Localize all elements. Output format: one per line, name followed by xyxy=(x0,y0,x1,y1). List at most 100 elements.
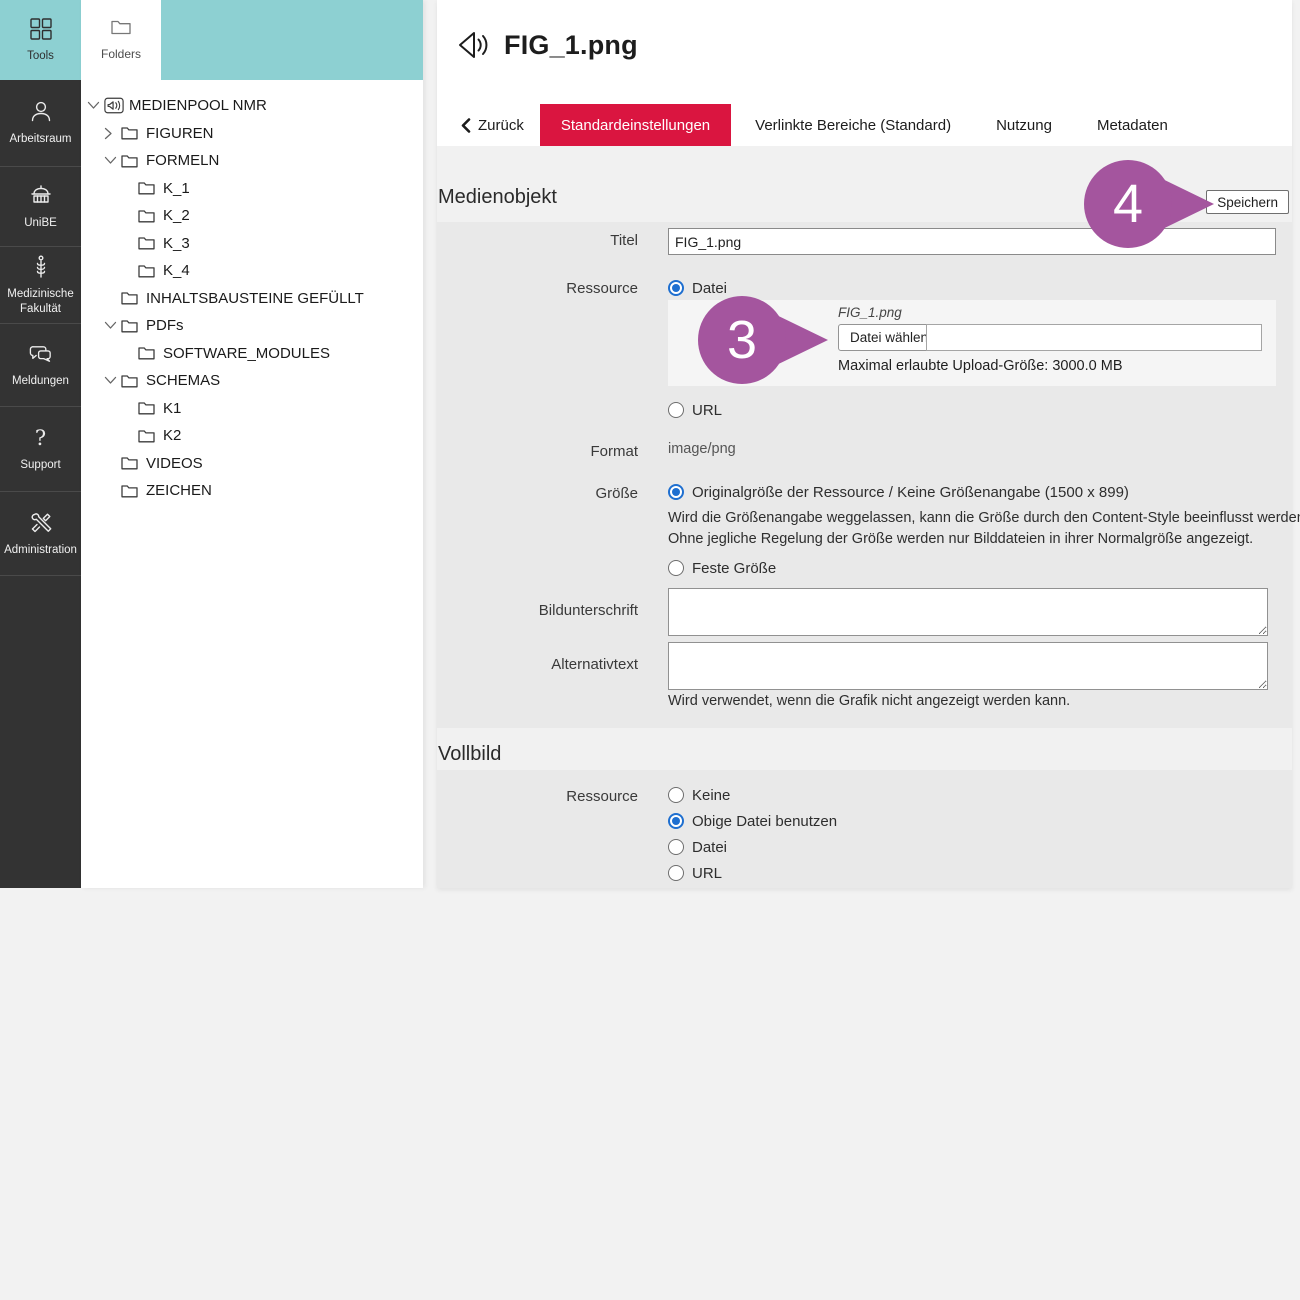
sidebar-filler xyxy=(0,576,81,888)
radio-option-label: URL xyxy=(692,865,722,882)
tree-item-label: K2 xyxy=(163,427,181,444)
sidebar-item-label: Arbeitsraum xyxy=(7,132,75,146)
tree-item-videos[interactable]: VIDEOS xyxy=(81,450,423,478)
tab-bar: Zurück Standardeinstellungen Verlinkte B… xyxy=(437,104,1292,146)
folder-icon xyxy=(138,264,158,278)
sidebar-item-label: Meldungen xyxy=(9,374,72,388)
tree-item-label: K_1 xyxy=(163,180,190,197)
format-value: image/png xyxy=(668,441,736,457)
media-object-icon xyxy=(454,28,494,67)
tree-item-k-2[interactable]: K_2 xyxy=(81,202,423,230)
groesse-hint-line1: Wird die Größenangabe weggelassen, kann … xyxy=(668,510,1300,526)
chevron-right-icon[interactable] xyxy=(104,126,121,140)
tree-item-k-1[interactable]: K_1 xyxy=(81,175,423,203)
folder-icon xyxy=(121,456,141,470)
radio-button[interactable] xyxy=(668,865,684,881)
folder-icon xyxy=(138,429,158,443)
sidebar-item-medizinische-fakultaet[interactable]: Medizinische Fakultät xyxy=(0,247,81,324)
radio-originalgroesse[interactable]: Originalgröße der Ressource / Keine Größ… xyxy=(668,483,1129,501)
alternativtext-hint: Wird verwendet, wenn die Grafik nicht an… xyxy=(668,693,1070,709)
bildunterschrift-textarea[interactable] xyxy=(668,588,1268,636)
title-bar: FIG_1.png xyxy=(437,0,1292,104)
tree-item-pdfs[interactable]: PDFs xyxy=(81,312,423,340)
radio-vollbild-datei[interactable]: Datei xyxy=(668,838,727,856)
tree-item-label: K1 xyxy=(163,400,181,417)
ressource-label: Ressource xyxy=(437,280,638,297)
radio-feste-groesse[interactable]: Feste Größe xyxy=(668,559,776,577)
radio-option-label: Obige Datei benutzen xyxy=(692,813,837,830)
tree-item-k-3[interactable]: K_3 xyxy=(81,230,423,258)
tree-item-k-4[interactable]: K_4 xyxy=(81,257,423,285)
expander-spacer xyxy=(104,484,121,498)
radio-button[interactable] xyxy=(668,560,684,576)
media-pool-icon xyxy=(104,96,124,115)
sidebar-item-administration[interactable]: Administration xyxy=(0,492,81,576)
tree-item-schemas[interactable]: SCHEMAS xyxy=(81,367,423,395)
radio-url[interactable]: URL xyxy=(668,401,722,419)
tree-item-software-modules[interactable]: SOFTWARE_MODULES xyxy=(81,340,423,368)
file-upload-input[interactable] xyxy=(926,324,1262,351)
tree-item-k2[interactable]: K2 xyxy=(81,422,423,450)
radio-vollbild-obige-datei-benutzen[interactable]: Obige Datei benutzen xyxy=(668,812,837,830)
radio-button-selected[interactable] xyxy=(668,484,684,500)
folder-icon xyxy=(138,401,158,415)
tree-item-figuren[interactable]: FIGUREN xyxy=(81,120,423,148)
chevron-down-icon[interactable] xyxy=(104,319,121,333)
tree-item-medienpool-nmr[interactable]: MEDIENPOOL NMR xyxy=(81,92,423,120)
caduceus-icon xyxy=(28,254,54,280)
sidebar-item-unibe[interactable]: UniBE xyxy=(0,167,81,247)
sidebar-item-label: Support xyxy=(17,458,63,472)
tree-item-zeichen[interactable]: ZEICHEN xyxy=(81,477,423,505)
folder-icon xyxy=(138,181,158,195)
chat-icon xyxy=(28,341,54,367)
radio-button[interactable] xyxy=(668,402,684,418)
sidebar-item-tools[interactable]: Tools xyxy=(0,0,81,80)
sidebar-item-support[interactable]: ? Support xyxy=(0,407,81,492)
chevron-down-icon[interactable] xyxy=(87,99,104,113)
tab-nutzung[interactable]: Nutzung xyxy=(975,104,1073,146)
radio-button-selected[interactable] xyxy=(668,280,684,296)
folders-tab-label: Folders xyxy=(101,47,141,61)
tree-item-label: PDFs xyxy=(146,317,184,334)
expander-spacer xyxy=(104,456,121,470)
chevron-left-icon xyxy=(461,118,471,133)
radio-button[interactable] xyxy=(668,787,684,803)
tree-item-formeln[interactable]: FORMELN xyxy=(81,147,423,175)
radio-option-label: Datei xyxy=(692,839,727,856)
tree-item-label: INHALTSBAUSTEINE GEFÜLLT xyxy=(146,290,364,307)
radio-datei[interactable]: Datei xyxy=(668,279,727,297)
grid-icon xyxy=(28,16,54,42)
tab-verlinkte-bereiche[interactable]: Verlinkte Bereiche (Standard) xyxy=(734,104,972,146)
tree-item-inhaltsbausteine-gef-llt[interactable]: INHALTSBAUSTEINE GEFÜLLT xyxy=(81,285,423,313)
tree-item-label: FIGUREN xyxy=(146,125,214,142)
tab-folders[interactable]: Folders xyxy=(81,0,161,80)
tab-standardeinstellungen[interactable]: Standardeinstellungen xyxy=(540,104,731,146)
chevron-down-icon[interactable] xyxy=(104,374,121,388)
radio-vollbild-url[interactable]: URL xyxy=(668,864,722,882)
chevron-down-icon[interactable] xyxy=(104,154,121,168)
radio-vollbild-keine[interactable]: Keine xyxy=(668,786,730,804)
radio-button-selected[interactable] xyxy=(668,813,684,829)
bildunterschrift-label: Bildunterschrift xyxy=(437,602,638,619)
expander-spacer xyxy=(121,236,138,250)
save-button[interactable]: Speichern xyxy=(1206,190,1289,214)
radio-option-label: Keine xyxy=(692,787,730,804)
folder-icon xyxy=(111,19,131,40)
choose-file-button[interactable]: Datei wählen xyxy=(838,324,940,351)
tree-item-k1[interactable]: K1 xyxy=(81,395,423,423)
sidebar-item-meldungen[interactable]: Meldungen xyxy=(0,324,81,407)
folder-icon xyxy=(121,484,141,498)
crossed-tools-icon xyxy=(28,510,54,536)
titel-input[interactable] xyxy=(668,228,1276,255)
tab-metadaten[interactable]: Metadaten xyxy=(1076,104,1189,146)
alternativtext-textarea[interactable] xyxy=(668,642,1268,690)
radio-button[interactable] xyxy=(668,839,684,855)
folder-tree: MEDIENPOOL NMR FIGUREN FORMELN K_1 K_2K_3K_4… xyxy=(81,92,423,505)
groesse-label: Größe xyxy=(437,485,638,502)
question-icon: ? xyxy=(28,425,54,451)
back-button[interactable]: Zurück xyxy=(455,104,530,146)
upload-size-hint: Maximal erlaubte Upload-Größe: 3000.0 MB xyxy=(838,358,1123,374)
sidebar-item-label: Medizinische Fakultät xyxy=(0,287,81,316)
sidebar-item-arbeitsraum[interactable]: Arbeitsraum xyxy=(0,80,81,167)
expander-spacer xyxy=(121,209,138,223)
